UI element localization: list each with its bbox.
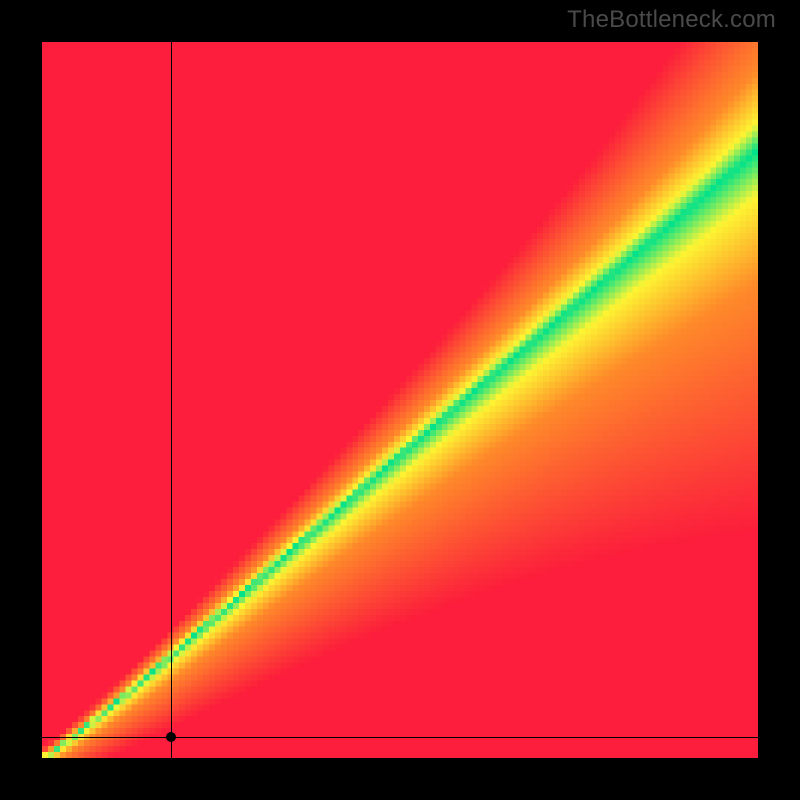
watermark-text: TheBottleneck.com — [567, 6, 776, 34]
marker-dot — [166, 732, 176, 742]
heatmap-canvas — [42, 42, 758, 758]
heatmap-plot — [42, 42, 758, 758]
chart-frame: TheBottleneck.com — [0, 0, 800, 800]
crosshair-vertical — [171, 42, 172, 758]
crosshair-horizontal — [42, 737, 758, 738]
